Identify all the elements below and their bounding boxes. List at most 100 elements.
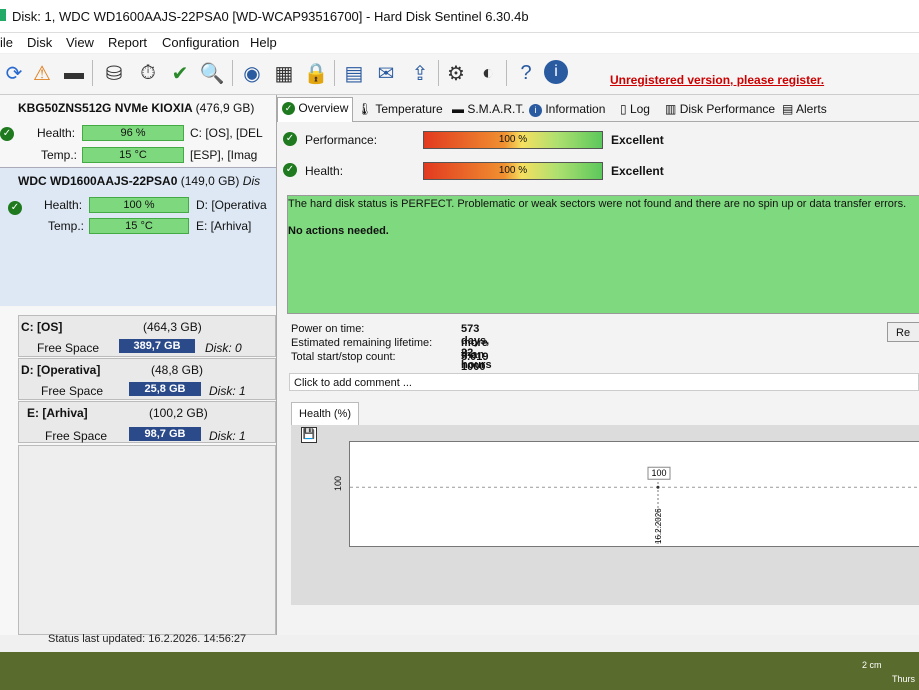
help-icon[interactable]: ? <box>512 60 540 86</box>
taskbar-clock: 2 cm <box>862 660 882 670</box>
tab-disk-performance-label: Disk Performance <box>679 102 776 116</box>
menu-report[interactable]: Report <box>108 35 147 50</box>
tab-log[interactable]: ▯ Log <box>620 99 650 119</box>
startstop-row: Total start/stop count: 3.019 <box>291 351 489 365</box>
partition-item[interactable]: D: [Operativa] (48,8 GB) Free Space 25,8… <box>18 358 276 400</box>
app-icon <box>0 9 6 21</box>
tab-overview[interactable]: ✓ Overview <box>277 97 354 122</box>
comment-field[interactable]: Click to add comment ... <box>289 373 919 391</box>
app-window: Disk: 1, WDC WD1600AAJS-22PSA0 [WD-WCAP9… <box>0 0 919 652</box>
health-rating: Excellent <box>611 164 664 178</box>
drive-letters: C: [OS], [DEL <box>190 126 263 140</box>
tab-information-label: Information <box>545 102 606 116</box>
tab-information[interactable]: i Information <box>529 99 605 119</box>
check-icon: ✓ <box>282 102 295 116</box>
disk-test-icon[interactable]: ⛁ <box>100 60 128 86</box>
tab-smart[interactable]: ▬ S.M.A.R.T. <box>452 99 525 119</box>
toolbar: ⟳ ⚠ ▬ ⛁ ⏱ ✔ 🔍 ◉ ▦ 🔒 ▤ ✉ ⇪ ⚙ ◐ ? i Unregi… <box>0 54 919 95</box>
menu-file[interactable]: ile <box>0 35 13 50</box>
toolbar-separator <box>334 60 335 86</box>
temp-label: Temp.: <box>48 219 85 233</box>
info-icon: i <box>529 104 542 117</box>
partition-name: C: [OS] <box>21 320 63 334</box>
thermometer-icon: 🌡 <box>357 102 373 116</box>
menu-disk[interactable]: Disk <box>27 35 52 50</box>
disk-warning-icon[interactable]: ⚠ <box>28 60 56 86</box>
performance-label: Performance: <box>305 133 378 147</box>
disk-name: WDC WD1600AAJS-22PSA0 <box>18 174 178 188</box>
refresh-icon[interactable]: ⟳ <box>0 60 28 86</box>
partition-size: (48,8 GB) <box>151 363 204 377</box>
check-icon: ✓ <box>283 132 297 146</box>
disk-stack-icon[interactable]: ▦ <box>270 60 298 86</box>
actions-text: No actions needed. <box>288 225 389 237</box>
free-space-label: Free Space <box>37 341 100 355</box>
health-chart: 100 16.2.2026 <box>349 441 919 547</box>
tab-health-chart[interactable]: Health (%) <box>291 402 359 426</box>
tab-log-label: Log <box>629 102 650 116</box>
save-icon[interactable]: 💾 <box>301 427 317 443</box>
unregistered-link[interactable]: Unregistered version, please register. <box>610 73 824 87</box>
toolbar-separator <box>232 60 233 86</box>
health-bar: 100 % <box>423 162 603 180</box>
re-button[interactable]: Re <box>887 322 919 342</box>
send-report-icon[interactable]: ⇪ <box>406 60 434 86</box>
partition-size: (100,2 GB) <box>149 406 208 420</box>
health-bar: 96 % <box>82 125 184 141</box>
health-label: Health: <box>305 164 344 178</box>
status-message-box: The hard disk status is PERFECT. Problem… <box>287 195 919 314</box>
document-icon: ▯ <box>620 102 627 116</box>
tab-alerts[interactable]: ▤ Alerts <box>782 99 827 119</box>
menu-view[interactable]: View <box>66 35 94 50</box>
disk-check-icon[interactable]: ✔ <box>166 60 194 86</box>
tab-temperature-label: Temperature <box>375 102 443 116</box>
partition-item[interactable]: E: [Arhiva] (100,2 GB) Free Space 98,7 G… <box>18 401 276 443</box>
tab-bar: ✓ Overview 🌡 Temperature ▬ S.M.A.R.T. i … <box>277 97 919 122</box>
disk-name: KBG50ZNS512G NVMe KIOXIA <box>18 101 193 115</box>
menu-help[interactable]: Help <box>250 35 277 50</box>
temp-bar: 15 °C <box>89 218 189 234</box>
health-chart-area: 💾 100 16.2.2026 100 <box>291 425 919 605</box>
disk-search-icon[interactable]: 🔍 <box>198 60 226 86</box>
performance-bar: 100 % <box>423 131 603 149</box>
free-space-label: Free Space <box>41 384 104 398</box>
disk-schedule-icon[interactable]: ⏱ <box>134 60 162 86</box>
check-icon: ✓ <box>0 127 14 141</box>
status-message: The hard disk status is PERFECT. Problem… <box>288 198 907 210</box>
performance-row: ✓ Performance: 100 % Excellent <box>277 127 919 153</box>
toolbar-separator <box>92 60 93 86</box>
tab-disk-performance[interactable]: ▥ Disk Performance <box>665 99 775 119</box>
tab-smart-label: S.M.A.R.T. <box>467 102 525 116</box>
sound-icon[interactable]: ◐ <box>474 60 502 86</box>
disk-globe-icon[interactable]: ◉ <box>238 60 266 86</box>
drive-letters: [ESP], [Imag <box>190 148 258 162</box>
temp-bar: 15 °C <box>82 147 184 163</box>
partition-size: (464,3 GB) <box>143 320 202 334</box>
health-row: ✓ Health: 100 % Excellent <box>277 158 919 184</box>
disk-icon: ▬ <box>452 102 464 116</box>
menu-configuration[interactable]: Configuration <box>162 35 239 50</box>
disk-item-kioxia[interactable]: KBG50ZNS512G NVMe KIOXIA (476,9 GB) <box>0 97 276 119</box>
report-icon[interactable]: ▤ <box>340 60 368 86</box>
disk-drive-icon[interactable]: ▬ <box>60 60 88 86</box>
x-tick-label: 16.2.2026 <box>654 508 663 544</box>
disk-size: (476,9 GB) <box>195 101 255 115</box>
gear-icon[interactable]: ⚙ <box>442 60 470 86</box>
tab-temperature[interactable]: 🌡 Temperature <box>357 99 443 119</box>
disk-lock-icon[interactable]: 🔒 <box>302 60 330 86</box>
chart-icon: ▥ <box>665 102 677 116</box>
check-icon: ✓ <box>283 163 297 177</box>
power-on-label: Power on time: <box>291 323 365 335</box>
disk-info-block: Power on time: 573 days, 22 hours Estima… <box>291 323 492 385</box>
performance-rating: Excellent <box>611 133 664 147</box>
taskbar-date: Thurs <box>892 674 916 684</box>
info-icon[interactable]: i <box>544 60 568 84</box>
email-icon[interactable]: ✉ <box>372 60 400 86</box>
menu-bar: ile Disk View Report Configuration Help <box>0 33 919 53</box>
health-bar: 100 % <box>89 197 189 213</box>
partition-item[interactable]: C: [OS] (464,3 GB) Free Space 389,7 GB D… <box>18 315 276 357</box>
tab-alerts-label: Alerts <box>796 102 827 116</box>
data-label: 100 <box>651 468 666 478</box>
data-point <box>656 485 660 489</box>
partition-name: E: [Arhiva] <box>27 406 88 420</box>
